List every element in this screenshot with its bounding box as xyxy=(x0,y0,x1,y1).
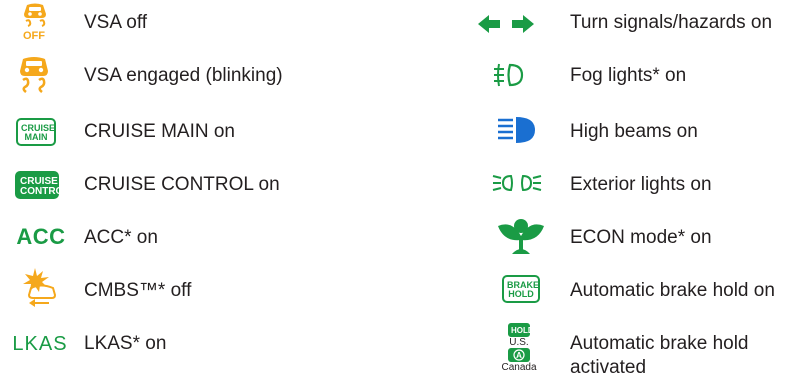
cruise-control-line2: CONTROL xyxy=(20,186,70,197)
acc-label: ACC* on xyxy=(84,227,158,248)
cruise-control-label: CRUISE CONTROL on xyxy=(84,174,280,195)
brake-hold-activated-label: Automatic brake hold activated xyxy=(570,333,749,378)
brake-hold-label: Automatic brake hold on xyxy=(570,280,775,301)
vsa-off-icon: OFF xyxy=(20,2,50,46)
fog-lights-icon xyxy=(490,60,526,90)
brake-hold-icon: BRAKE HOLD xyxy=(502,275,540,303)
cmbs-off-icon xyxy=(17,264,61,310)
cruise-main-line2: MAIN xyxy=(24,132,48,142)
exterior-lights-label: Exterior lights on xyxy=(570,174,712,195)
vsa-engaged-label: VSA engaged (blinking) xyxy=(84,65,283,86)
canada-label: Canada xyxy=(501,362,537,373)
acc-icon: ACC xyxy=(10,222,72,252)
exterior-lights-icon xyxy=(491,168,543,198)
cruise-main-label: CRUISE MAIN on xyxy=(84,121,235,142)
vsa-off-icon-text: OFF xyxy=(23,30,45,42)
auto-hold-a-icon: A xyxy=(508,348,530,362)
turn-signals-icon xyxy=(476,12,536,36)
cruise-control-icon: CRUISE CONTROL xyxy=(15,171,70,199)
lkas-icon-text: LKAS xyxy=(12,332,68,355)
us-label: U.S. xyxy=(509,337,529,348)
brake-hold-activated-icon: HOLD U.S. A Canada xyxy=(499,323,539,385)
lkas-label: LKAS* on xyxy=(84,333,167,354)
econ-mode-label: ECON mode* on xyxy=(570,227,712,248)
vsa-off-label: VSA off xyxy=(84,12,148,33)
turn-signals-label: Turn signals/hazards on xyxy=(570,12,773,33)
cmbs-off-label: CMBS™* off xyxy=(84,280,192,301)
lkas-icon: LKAS xyxy=(8,329,72,359)
brake-hold-line2: HOLD xyxy=(508,289,534,299)
econ-mode-icon xyxy=(494,214,548,256)
fog-lights-label: Fog lights* on xyxy=(570,65,687,86)
svg-text:A: A xyxy=(516,351,522,360)
acc-icon-text: ACC xyxy=(16,224,66,249)
hold-badge-text: HOLD xyxy=(511,326,534,335)
high-beams-label: High beams on xyxy=(570,121,698,142)
high-beams-icon xyxy=(494,114,538,146)
vsa-engaged-icon xyxy=(17,55,51,95)
cruise-main-icon: CRUISE MAIN xyxy=(16,118,56,146)
hold-badge: HOLD xyxy=(508,323,534,337)
